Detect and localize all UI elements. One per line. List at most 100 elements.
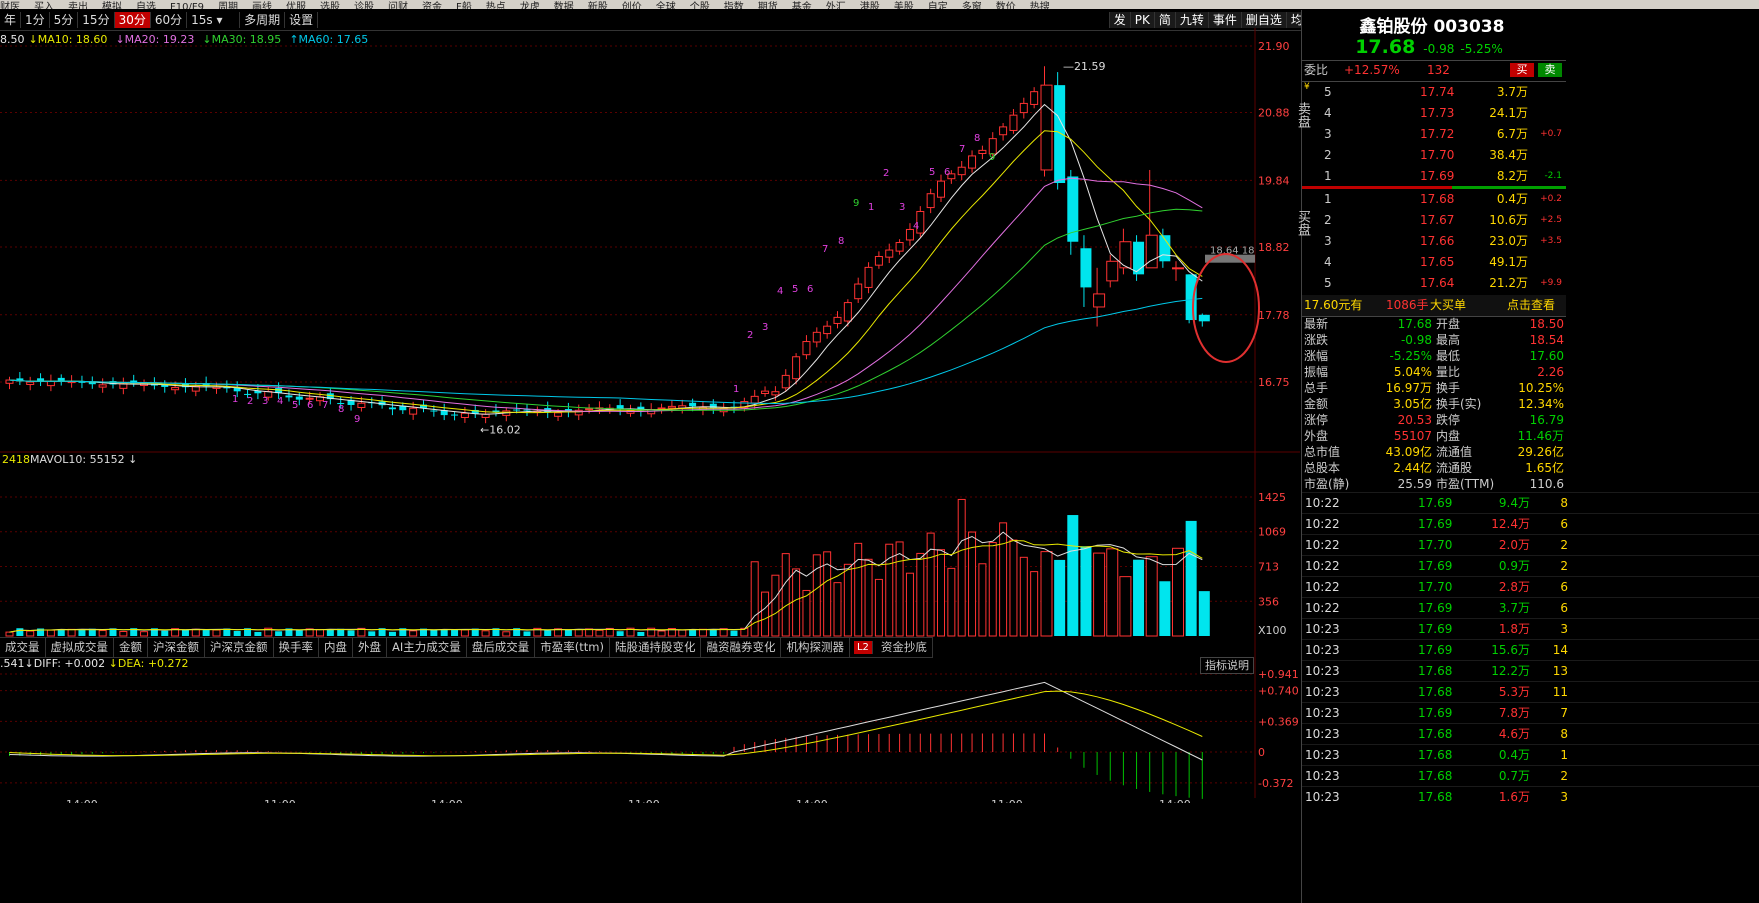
menu-item[interactable]: 周期 xyxy=(218,3,238,10)
tool-1[interactable]: PK xyxy=(1129,12,1154,28)
candle-body xyxy=(357,402,366,408)
menu-item[interactable]: 指数 xyxy=(724,3,744,10)
period-2[interactable]: 5分 xyxy=(50,12,79,28)
stat-value: 3.05亿 xyxy=(1393,397,1432,411)
menu-item[interactable]: 诊股 xyxy=(354,3,374,10)
period-6[interactable]: 15s ▾ xyxy=(187,12,241,28)
menu-item[interactable]: 外汇 xyxy=(826,3,846,10)
indicator-tab[interactable]: AI主力成交量 xyxy=(387,638,467,657)
menu-item[interactable]: 财医 xyxy=(0,3,20,10)
period-5[interactable]: 60分 xyxy=(151,12,188,28)
indicator-tab[interactable]: 沪深金额 xyxy=(148,638,205,657)
period-4[interactable]: 30分 xyxy=(114,12,151,28)
tool-0[interactable]: 发 xyxy=(1108,12,1130,28)
menu-item[interactable]: 基金 xyxy=(792,3,812,10)
order-book-row[interactable]: 3 17.66 23.0万 +3.5 xyxy=(1302,231,1566,252)
indicator-tab[interactable]: L2 xyxy=(853,641,873,654)
candle-body xyxy=(926,193,935,209)
nine-turn-label: 2 xyxy=(747,330,753,341)
indicator-tab[interactable]: 内盘 xyxy=(319,638,353,657)
buy-button[interactable]: 买 xyxy=(1510,63,1534,77)
indicator-tab[interactable]: 金额 xyxy=(114,638,148,657)
volume-bar xyxy=(181,629,189,636)
tool-3[interactable]: 九转 xyxy=(1174,12,1208,28)
price-axis-label: 17.78 xyxy=(1258,309,1290,322)
menu-item[interactable]: F船 xyxy=(456,3,472,10)
menu-item[interactable]: 美股 xyxy=(894,3,914,10)
order-book-row[interactable]: 2 17.70 38.4万 xyxy=(1302,145,1566,166)
tick-price: 17.68 xyxy=(1418,748,1453,762)
stat-value: 55107 xyxy=(1393,429,1432,443)
menu-item[interactable]: 个股 xyxy=(690,3,710,10)
big-order-row[interactable]: 17.60元有 1086手 大买单 点击查看 xyxy=(1302,295,1566,316)
menu-item[interactable]: 画线 xyxy=(252,3,272,10)
order-book-row[interactable]: 4 17.73 24.1万 xyxy=(1302,103,1566,124)
period-0[interactable]: 年 xyxy=(0,12,22,28)
nine-turn-label: 1 xyxy=(868,202,874,213)
period-3[interactable]: 15分 xyxy=(78,12,115,28)
menu-item[interactable]: 优服 xyxy=(286,3,306,10)
order-book-row[interactable]: 1 17.68 0.4万 +0.2 xyxy=(1302,189,1566,210)
menu-item[interactable]: F10/F9 xyxy=(170,3,204,10)
tool-2[interactable]: 简 xyxy=(1153,12,1175,28)
indicator-tab[interactable]: 沪深京金额 xyxy=(205,638,274,657)
indicator-tab[interactable]: 换手率 xyxy=(274,638,319,657)
period-8[interactable]: 设置 xyxy=(285,12,319,28)
big-order-kind: 大买单 xyxy=(1430,298,1467,312)
candle-body xyxy=(1198,314,1210,322)
period-7[interactable]: 多周期 xyxy=(240,12,286,28)
menu-item[interactable]: 龙虎 xyxy=(520,3,540,10)
indicator-tab[interactable]: 外盘 xyxy=(353,638,387,657)
order-book-row[interactable]: 5 17.74 3.7万 xyxy=(1302,82,1566,103)
volume-axis-label: X100 xyxy=(1258,624,1287,637)
menu-item[interactable]: 创价 xyxy=(622,3,642,10)
menu-item[interactable]: 数据 xyxy=(554,3,574,10)
menu-item[interactable]: 热点 xyxy=(486,3,506,10)
indicator-tab[interactable]: 虚拟成交量 xyxy=(46,638,114,657)
menu-item[interactable]: 全球 xyxy=(656,3,676,10)
nine-turn-label: 3 xyxy=(762,322,768,333)
order-book-row[interactable]: 1 17.69 8.2万 -2.1 xyxy=(1302,166,1566,187)
volume-bar xyxy=(430,629,438,636)
big-order-qty: 1086手 xyxy=(1386,298,1429,312)
stat-label: 总股本 xyxy=(1304,461,1341,475)
menu-item[interactable]: 问财 xyxy=(388,3,408,10)
order-book-row[interactable]: 2 17.67 10.6万 +2.5 xyxy=(1302,210,1566,231)
candle-body xyxy=(285,395,293,398)
menu-item[interactable]: 期货 xyxy=(758,3,778,10)
indicator-tab[interactable]: 成交量 xyxy=(0,638,46,657)
menu-item[interactable]: 选股 xyxy=(320,3,340,10)
menu-item[interactable]: 资金 xyxy=(422,3,442,10)
tick-row: 10:22 17.70 2.0万 2 xyxy=(1302,534,1759,556)
menu-item[interactable]: 买入 xyxy=(34,3,54,10)
indicator-tab[interactable]: 盘后成交量 xyxy=(467,638,536,657)
indicator-tab[interactable]: 资金抄底 xyxy=(876,638,933,657)
menu-item[interactable]: 数价 xyxy=(996,3,1016,10)
tick-volume: 7.8万 xyxy=(1498,706,1530,720)
menu-item[interactable]: 热搜 xyxy=(1030,3,1050,10)
menu-item[interactable]: 新股 xyxy=(588,3,608,10)
tool-4[interactable]: 事件 xyxy=(1207,12,1241,28)
tool-5[interactable]: 删自选 xyxy=(1240,12,1286,28)
menu-item[interactable]: 港股 xyxy=(860,3,880,10)
indicator-tab[interactable]: 机构探测器 xyxy=(781,638,850,657)
sell-button[interactable]: 卖 xyxy=(1538,63,1562,77)
kline-chart[interactable]: 21.90 20.88 19.84 18.82 17.78 16.75 —21.59 ←16.… xyxy=(0,28,1300,803)
period-1[interactable]: 1分 xyxy=(21,12,50,28)
indicator-tab[interactable]: 市盈率(ttm) xyxy=(535,638,610,657)
level: 4 xyxy=(1324,106,1332,120)
indicator-tab[interactable]: 融资融券变化 xyxy=(701,638,782,657)
menu-item[interactable]: 卖出 xyxy=(68,3,88,10)
order-book-row[interactable]: 3 17.72 6.7万 +0.7 xyxy=(1302,124,1566,145)
volume-bar xyxy=(916,552,925,637)
menu-item[interactable]: 自选 xyxy=(136,3,156,10)
indicator-help-button[interactable]: 指标说明 xyxy=(1200,657,1254,674)
menu-item[interactable]: 模拟 xyxy=(102,3,122,10)
menu-item[interactable]: 自定 xyxy=(928,3,948,10)
order-book-row[interactable]: 4 17.65 49.1万 xyxy=(1302,252,1566,273)
indicator-tab[interactable]: 陆股通持股变化 xyxy=(610,638,702,657)
order-book-row[interactable]: 5 17.64 21.2万 +9.9 xyxy=(1302,273,1566,294)
menu-item[interactable]: 多窗 xyxy=(962,3,982,10)
big-order-link[interactable]: 点击查看 xyxy=(1507,295,1555,316)
candlesticks[interactable] xyxy=(5,66,1210,424)
